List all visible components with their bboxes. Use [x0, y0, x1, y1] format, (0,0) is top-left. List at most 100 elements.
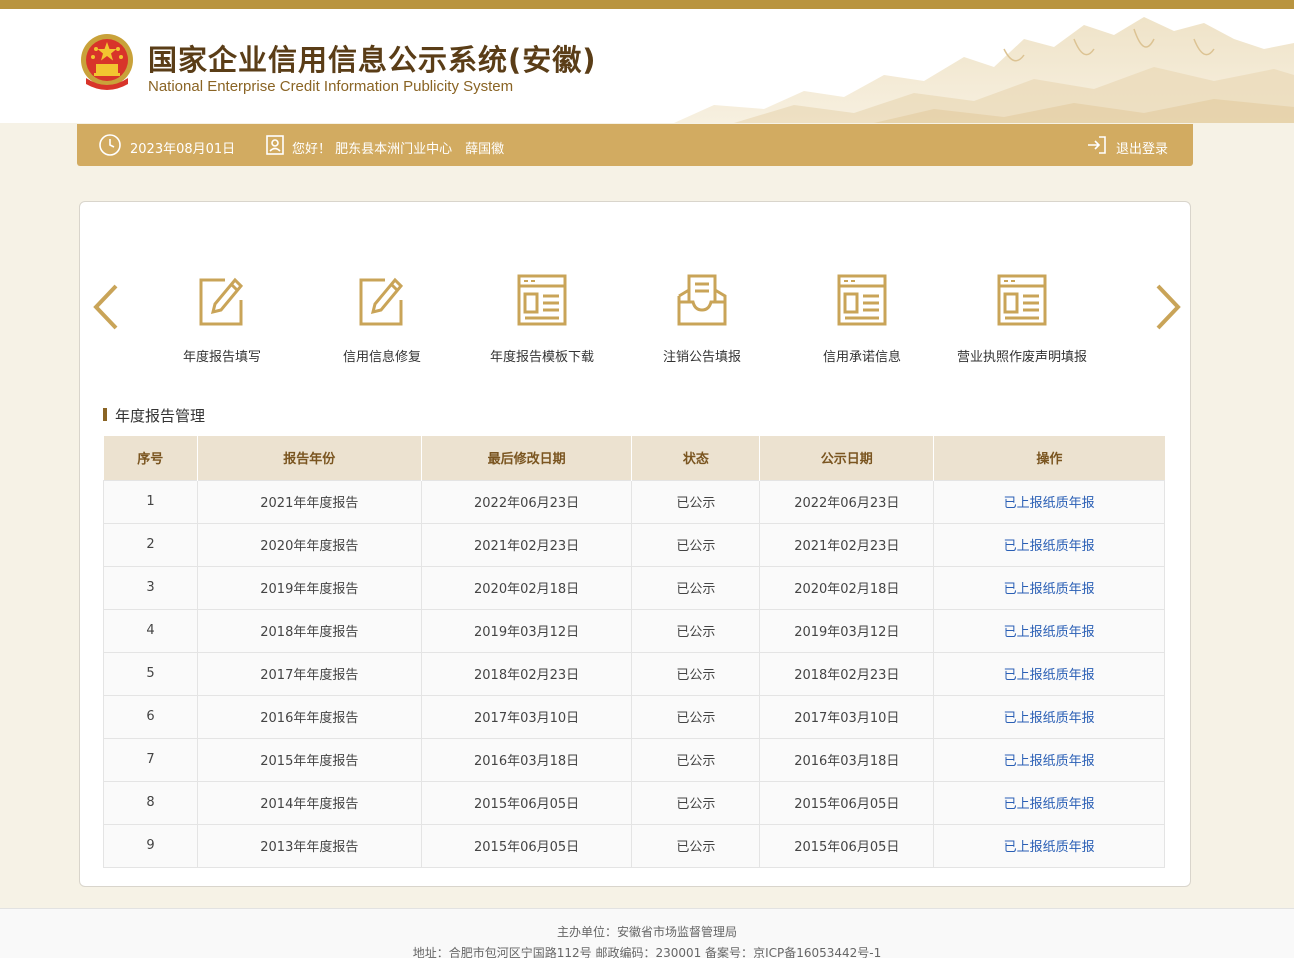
logout-icon[interactable]: [1085, 133, 1109, 157]
cell-action-link[interactable]: 已上报纸质年报: [933, 694, 1165, 739]
carousel-prev-arrow-icon[interactable]: [90, 282, 122, 332]
cell-year: 2017年年度报告: [196, 651, 422, 696]
clock-icon: [99, 134, 121, 156]
cell-modified: 2022年06月23日: [420, 479, 633, 524]
current-date: 2023年08月01日: [130, 142, 236, 157]
table-row: 1 2021年年度报告 2022年06月23日 已公示 2022年06月23日 …: [103, 479, 1165, 524]
user-greeting: 您好！ 肥东县本洲门业中心 薛国徽: [292, 142, 505, 157]
func-label: 营业执照作废声明填报: [956, 350, 1087, 365]
cell-status: 已公示: [631, 565, 761, 610]
cell-index: 8: [103, 780, 198, 825]
table-row: 2 2020年年度报告 2021年02月23日 已公示 2021年02月23日 …: [103, 522, 1165, 567]
table-row: 3 2019年年度报告 2020年02月18日 已公示 2020年02月18日 …: [103, 565, 1165, 610]
footer-sponsor: 主办单位：安徽省市场监督管理局: [556, 925, 737, 939]
user-info-bar: 2023年08月01日 您好！ 肥东县本洲门业中心 薛国徽 退出登录: [77, 124, 1193, 166]
table-row: 9 2013年年度报告 2015年06月05日 已公示 2015年06月05日 …: [103, 823, 1165, 868]
func-cancellation-notice[interactable]: 注销公告填报: [622, 272, 782, 365]
cell-year: 2016年年度报告: [196, 694, 422, 739]
cell-action-link[interactable]: 已上报纸质年报: [933, 780, 1165, 825]
site-header: 国家企业信用信息公示系统(安徽) National Enterprise Cre…: [0, 9, 1294, 123]
table-row: 8 2014年年度报告 2015年06月05日 已公示 2015年06月05日 …: [103, 780, 1165, 825]
cell-publish-date: 2019年03月12日: [759, 608, 935, 653]
cell-status: 已公示: [631, 651, 761, 696]
cell-status: 已公示: [631, 522, 761, 567]
cell-index: 4: [103, 608, 198, 653]
cell-action-link[interactable]: 已上报纸质年报: [933, 651, 1165, 696]
inbox-tray-icon: [677, 274, 727, 326]
cell-action-link[interactable]: 已上报纸质年报: [933, 565, 1165, 610]
cell-action-link[interactable]: 已上报纸质年报: [933, 522, 1165, 567]
cell-modified: 2017年03月10日: [420, 694, 633, 739]
cell-modified: 2016年03月18日: [420, 737, 633, 782]
cell-status: 已公示: [631, 780, 761, 825]
cell-index: 2: [103, 522, 198, 567]
cell-publish-date: 2016年03月18日: [759, 737, 935, 782]
col-header-publish-date: 公示日期: [759, 436, 934, 480]
col-header-year: 报告年份: [196, 436, 422, 480]
carousel-next-arrow-icon[interactable]: [1152, 282, 1184, 332]
national-emblem-icon: [81, 34, 133, 90]
document-window-icon: [837, 274, 887, 326]
cell-status: 已公示: [631, 608, 761, 653]
cell-publish-date: 2022年06月23日: [759, 479, 935, 524]
cell-index: 5: [103, 651, 198, 696]
page-subtitle-en: National Enterprise Credit Information P…: [148, 78, 514, 95]
top-gold-strip: [0, 0, 1294, 9]
cell-publish-date: 2017年03月10日: [759, 694, 935, 739]
cell-index: 3: [103, 565, 198, 610]
func-label: 信用承诺信息: [822, 350, 901, 365]
annual-report-table: 序号 报告年份 最后修改日期 状态 公示日期 操作 1 2021年年度报告 20…: [103, 436, 1165, 868]
func-annual-report-fill[interactable]: 年度报告填写: [142, 272, 302, 365]
cell-index: 1: [103, 479, 198, 524]
user-card-icon: [266, 135, 284, 155]
mountain-landscape-decoration: [674, 17, 1294, 123]
document-window-icon: [997, 274, 1047, 326]
cell-modified: 2018年02月23日: [420, 651, 633, 696]
main-panel: 年度报告填写 信用信息修复 年度报告模板下载 注销公告填报 信用承诺信息 营业执…: [79, 201, 1191, 887]
table-row: 4 2018年年度报告 2019年03月12日 已公示 2019年03月12日 …: [103, 608, 1165, 653]
table-row: 6 2016年年度报告 2017年03月10日 已公示 2017年03月10日 …: [103, 694, 1165, 739]
document-window-icon: [517, 274, 567, 326]
page-title: 国家企业信用信息公示系统(安徽): [148, 43, 597, 77]
func-label: 信用信息修复: [342, 350, 421, 365]
page-footer: 主办单位：安徽省市场监督管理局 地址：合肥市包河区宁国路112号 邮政编码：23…: [0, 908, 1294, 958]
cell-year: 2018年年度报告: [196, 608, 422, 653]
func-label: 注销公告填报: [662, 350, 741, 365]
table-row: 5 2017年年度报告 2018年02月23日 已公示 2018年02月23日 …: [103, 651, 1165, 696]
col-header-action: 操作: [933, 436, 1165, 480]
cell-publish-date: 2018年02月23日: [759, 651, 935, 696]
table-header-row: 序号 报告年份 最后修改日期 状态 公示日期 操作: [103, 436, 1165, 480]
func-credit-commitment[interactable]: 信用承诺信息: [782, 272, 942, 365]
cell-action-link[interactable]: 已上报纸质年报: [933, 608, 1165, 653]
cell-index: 7: [103, 737, 198, 782]
cell-modified: 2019年03月12日: [420, 608, 633, 653]
func-license-invalidation[interactable]: 营业执照作废声明填报: [942, 272, 1102, 365]
func-credit-repair[interactable]: 信用信息修复: [302, 272, 462, 365]
cell-status: 已公示: [631, 737, 761, 782]
cell-modified: 2015年06月05日: [420, 780, 633, 825]
cell-year: 2021年年度报告: [196, 479, 422, 524]
func-template-download[interactable]: 年度报告模板下载: [462, 272, 622, 365]
cell-year: 2015年年度报告: [196, 737, 422, 782]
footer-address: 地址：合肥市包河区宁国路112号 邮政编码：230001 备案号：京ICP备16…: [412, 946, 882, 958]
cell-modified: 2021年02月23日: [420, 522, 633, 567]
cell-action-link[interactable]: 已上报纸质年报: [933, 737, 1165, 782]
logout-link[interactable]: 退出登录: [1116, 138, 1168, 157]
cell-publish-date: 2015年06月05日: [759, 823, 935, 868]
cell-publish-date: 2020年02月18日: [759, 565, 935, 610]
col-header-index: 序号: [103, 436, 198, 480]
cell-status: 已公示: [631, 823, 761, 868]
pencil-edit-icon: [359, 277, 404, 326]
table-row: 7 2015年年度报告 2016年03月18日 已公示 2016年03月18日 …: [103, 737, 1165, 782]
cell-status: 已公示: [631, 694, 761, 739]
cell-modified: 2020年02月18日: [420, 565, 633, 610]
cell-index: 6: [103, 694, 198, 739]
cell-modified: 2015年06月05日: [420, 823, 633, 868]
cell-status: 已公示: [631, 479, 761, 524]
cell-year: 2013年年度报告: [196, 823, 422, 868]
func-label: 年度报告填写: [182, 350, 261, 365]
col-header-modified: 最后修改日期: [420, 436, 632, 480]
cell-action-link[interactable]: 已上报纸质年报: [933, 823, 1165, 868]
col-header-status: 状态: [631, 436, 760, 480]
cell-action-link[interactable]: 已上报纸质年报: [933, 479, 1165, 524]
